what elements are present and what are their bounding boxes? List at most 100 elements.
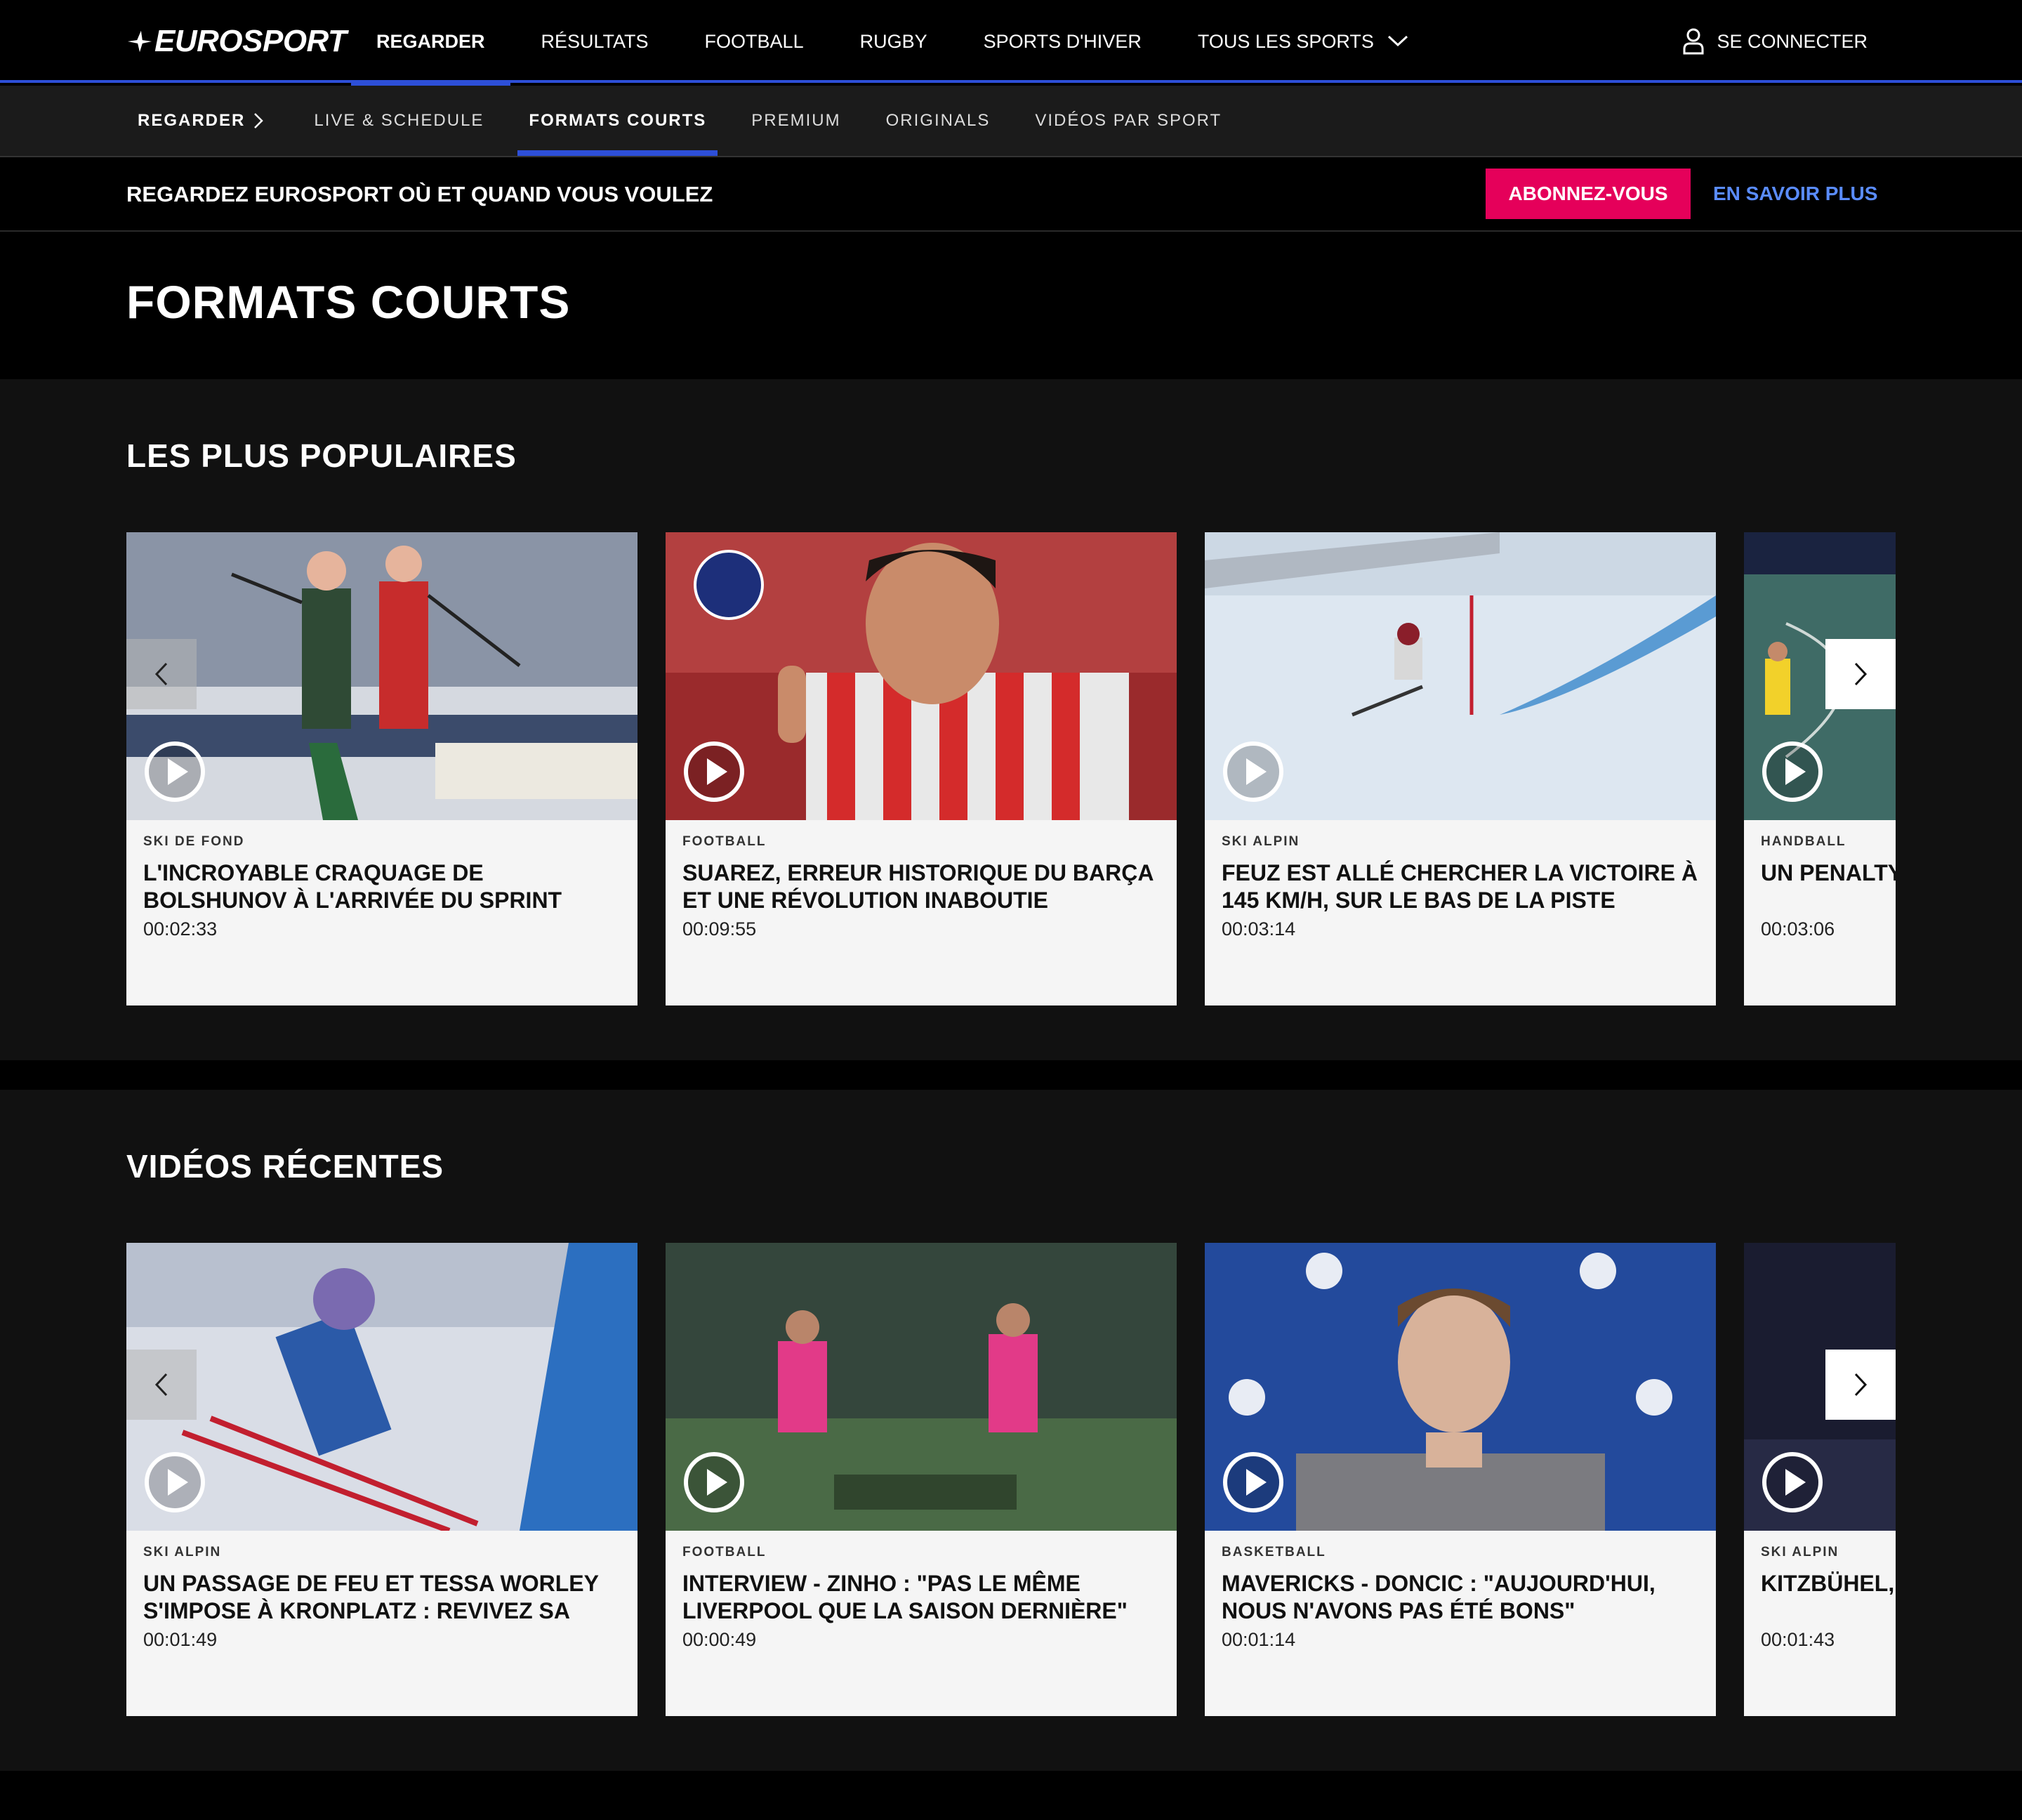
play-icon xyxy=(1223,1452,1283,1512)
subnav-item-premium[interactable]: PREMIUM xyxy=(740,86,852,156)
subnav-items: REGARDER LIVE & SCHEDULE FORMATS COURTS … xyxy=(126,86,1255,156)
card-category: SKI ALPIN xyxy=(1222,834,1300,849)
subnav-label: VIDÉOS PAR SPORT xyxy=(1035,111,1222,130)
play-icon xyxy=(684,1452,744,1512)
nav-label: REGARDER xyxy=(376,31,485,52)
login-label: SE CONNECTER xyxy=(1717,30,1868,52)
nav-label: TOUS LES SPORTS xyxy=(1197,31,1374,52)
video-thumbnail xyxy=(126,1243,637,1531)
video-card[interactable]: HANDBALL UN PENALTY POUR UNE V 00:03:06 xyxy=(1744,532,1896,1005)
subnav-item-originals[interactable]: ORIGINALS xyxy=(875,86,1002,156)
play-icon xyxy=(145,741,205,802)
nav-item-sports-hiver[interactable]: SPORTS D'HIVER xyxy=(958,0,1167,83)
card-duration: 00:01:14 xyxy=(1222,1629,1296,1650)
carousel-prev-button[interactable] xyxy=(126,1350,197,1420)
card-category: FOOTBALL xyxy=(682,834,767,849)
card-duration: 00:02:33 xyxy=(143,918,218,939)
card-title: FEUZ EST ALLÉ CHERCHER LA VICTOIRE À 145… xyxy=(1222,860,1698,913)
card-title: SUAREZ, ERREUR HISTORIQUE DU BARÇA ET UN… xyxy=(682,860,1154,913)
video-card[interactable]: FOOTBALL SUAREZ, ERREUR HISTORIQUE DU BA… xyxy=(666,532,1177,1005)
card-category: FOOTBALL xyxy=(682,1545,767,1559)
video-thumbnail xyxy=(666,1243,1177,1531)
play-icon xyxy=(684,741,744,802)
card-info: HANDBALL UN PENALTY POUR UNE V 00:03:06 xyxy=(1761,834,1896,940)
card-category: BASKETBALL xyxy=(1222,1545,1326,1559)
sub-navigation: REGARDER LIVE & SCHEDULE FORMATS COURTS … xyxy=(0,86,2022,157)
card-info: BASKETBALL MAVERICKS - DONCIC : "AUJOURD… xyxy=(1222,1545,1699,1651)
card-info: FOOTBALL INTERVIEW - ZINHO : "PAS LE MÊM… xyxy=(682,1545,1160,1651)
video-card[interactable]: SKI ALPIN UN PASSAGE DE FEU ET TESSA WOR… xyxy=(126,1243,637,1716)
play-icon xyxy=(1762,1452,1823,1512)
learn-more-link[interactable]: EN SAVOIR PLUS xyxy=(1713,169,1877,219)
card-category: HANDBALL xyxy=(1761,834,1846,849)
login-button[interactable]: SE CONNECTER xyxy=(1683,0,1868,83)
card-title: L'INCROYABLE CRAQUAGE DE BOLSHUNOV À L'A… xyxy=(143,860,562,913)
promo-banner: REGARDEZ EUROSPORT OÙ ET QUAND VOUS VOUL… xyxy=(0,157,2022,232)
section-title: LES PLUS POPULAIRES xyxy=(126,437,517,474)
card-info: SKI ALPIN FEUZ EST ALLÉ CHERCHER LA VICT… xyxy=(1222,834,1699,940)
video-card[interactable]: SKI ALPIN FEUZ EST ALLÉ CHERCHER LA VICT… xyxy=(1205,532,1716,1005)
card-title: INTERVIEW - ZINHO : "PAS LE MÊME LIVERPO… xyxy=(682,1571,1128,1623)
subnav-label: LIVE & SCHEDULE xyxy=(314,111,484,130)
card-title: KITZBÜHEL, 2009, LA FO xyxy=(1761,1571,1896,1596)
card-duration: 00:01:49 xyxy=(143,1629,218,1650)
eurosport-logo[interactable]: EUROSPORT xyxy=(126,24,347,58)
nav-label: FOOTBALL xyxy=(704,31,804,52)
card-category: SKI ALPIN xyxy=(143,1545,222,1559)
section-popular: LES PLUS POPULAIRES SKI DE FOND L'INCROY… xyxy=(0,379,2022,1060)
video-card[interactable]: SKI ALPIN KITZBÜHEL, 2009, LA FO 00:01:4… xyxy=(1744,1243,1896,1716)
chevron-right-icon xyxy=(254,113,264,128)
carousel-prev-button[interactable] xyxy=(126,639,197,709)
video-card[interactable]: FOOTBALL INTERVIEW - ZINHO : "PAS LE MÊM… xyxy=(666,1243,1177,1716)
play-icon xyxy=(1223,741,1283,802)
subnav-item-formats-courts[interactable]: FORMATS COURTS xyxy=(517,86,718,156)
card-duration: 00:09:55 xyxy=(682,918,757,939)
eurosport-star-icon xyxy=(127,30,152,53)
section-title: VIDÉOS RÉCENTES xyxy=(126,1148,444,1185)
chevron-right-icon xyxy=(1854,662,1868,686)
card-duration: 00:01:43 xyxy=(1761,1629,1835,1650)
carousel-next-button[interactable] xyxy=(1825,1350,1896,1420)
card-info: SKI ALPIN KITZBÜHEL, 2009, LA FO 00:01:4… xyxy=(1761,1545,1896,1651)
nav-label: RUGBY xyxy=(859,31,927,52)
chevron-left-icon xyxy=(154,1373,168,1397)
section-recent: VIDÉOS RÉCENTES SKI ALPIN UN PASSAGE DE … xyxy=(0,1090,2022,1771)
subnav-label: PREMIUM xyxy=(751,111,841,130)
video-thumbnail xyxy=(126,532,637,820)
card-category: SKI ALPIN xyxy=(1761,1545,1839,1559)
play-icon xyxy=(1762,741,1823,802)
subnav-label: FORMATS COURTS xyxy=(529,111,707,130)
card-title: MAVERICKS - DONCIC : "AUJOURD'HUI, NOUS … xyxy=(1222,1571,1656,1623)
video-card[interactable]: SKI DE FOND L'INCROYABLE CRAQUAGE DE BOL… xyxy=(126,532,637,1005)
card-info: SKI ALPIN UN PASSAGE DE FEU ET TESSA WOR… xyxy=(143,1545,621,1651)
top-navigation: EUROSPORT REGARDER RÉSULTATS FOOTBALL RU… xyxy=(0,0,2022,86)
video-carousel: SKI ALPIN UN PASSAGE DE FEU ET TESSA WOR… xyxy=(126,1243,1896,1716)
nav-item-regarder[interactable]: REGARDER xyxy=(351,0,510,86)
chevron-down-icon xyxy=(1388,35,1408,46)
nav-item-rugby[interactable]: RUGBY xyxy=(835,0,953,83)
chevron-left-icon xyxy=(154,662,168,686)
carousel-next-button[interactable] xyxy=(1825,639,1896,709)
subscribe-button[interactable]: ABONNEZ-VOUS xyxy=(1486,169,1691,219)
chevron-right-icon xyxy=(1854,1373,1868,1397)
logo-text: EUROSPORT xyxy=(154,24,347,58)
subnav-root-regarder[interactable]: REGARDER xyxy=(126,86,275,156)
subnav-item-live-schedule[interactable]: LIVE & SCHEDULE xyxy=(303,86,495,156)
page-title: FORMATS COURTS xyxy=(126,276,571,328)
card-duration: 00:03:06 xyxy=(1761,918,1835,939)
subnav-item-videos-par-sport[interactable]: VIDÉOS PAR SPORT xyxy=(1024,86,1233,156)
play-icon xyxy=(145,1452,205,1512)
nav-item-tous-les-sports[interactable]: TOUS LES SPORTS xyxy=(1172,0,1434,83)
subnav-root-label: REGARDER xyxy=(138,111,246,130)
video-card[interactable]: BASKETBALL MAVERICKS - DONCIC : "AUJOURD… xyxy=(1205,1243,1716,1716)
nav-item-football[interactable]: FOOTBALL xyxy=(680,0,829,83)
card-title: UN PASSAGE DE FEU ET TESSA WORLEY S'IMPO… xyxy=(143,1571,599,1623)
card-info: FOOTBALL SUAREZ, ERREUR HISTORIQUE DU BA… xyxy=(682,834,1160,940)
video-thumbnail xyxy=(1205,1243,1716,1531)
video-thumbnail xyxy=(666,532,1177,820)
card-info: SKI DE FOND L'INCROYABLE CRAQUAGE DE BOL… xyxy=(143,834,621,940)
card-title: UN PENALTY POUR UNE V xyxy=(1761,860,1896,885)
nav-item-resultats[interactable]: RÉSULTATS xyxy=(516,0,674,83)
card-category: SKI DE FOND xyxy=(143,834,245,849)
video-carousel: SKI DE FOND L'INCROYABLE CRAQUAGE DE BOL… xyxy=(126,532,1896,1005)
